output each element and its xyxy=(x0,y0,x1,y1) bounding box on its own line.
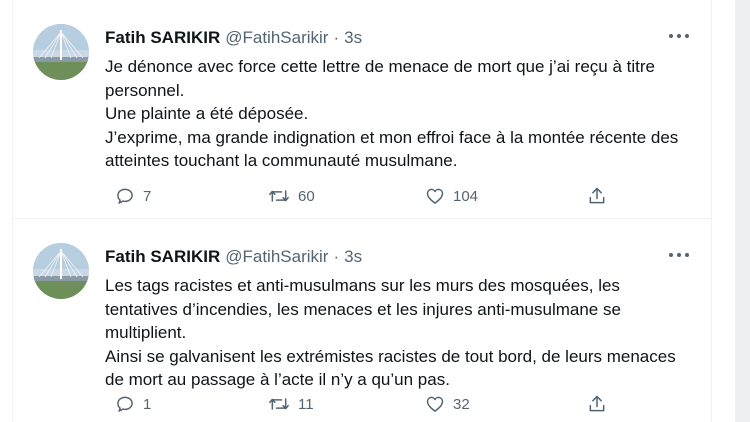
retweet-count: 60 xyxy=(298,187,315,205)
reply-count: 7 xyxy=(143,187,152,205)
tweet-text: Je dénonce avec force cette lettre de me… xyxy=(105,55,705,173)
avatar[interactable] xyxy=(33,24,89,80)
tweet-text-line: Les tags racistes et anti-musulmans sur … xyxy=(105,276,620,295)
timeline: Fatih SARIKIR @FatihSarikir · 3s Je déno… xyxy=(12,0,712,422)
tweet-text-line: J’exprime, ma grande indignation et mon … xyxy=(105,127,679,147)
tweet-text-line: tentatives d’incendies, les menaces et l… xyxy=(105,299,621,319)
more-icon[interactable] xyxy=(669,249,689,261)
tweet-text-line: personnel. xyxy=(105,80,185,100)
share-icon xyxy=(589,395,605,412)
like-button[interactable]: 104 xyxy=(425,184,478,208)
page-background-strip xyxy=(735,0,750,422)
author-handle[interactable]: @FatihSarikir xyxy=(225,28,328,48)
tweet-text-line: Ainsi se galvanisent les extrémistes rac… xyxy=(105,346,676,366)
tweet-text-line: atteintes touchant la communauté musulma… xyxy=(105,151,458,170)
reply-icon xyxy=(117,396,133,412)
share-button[interactable] xyxy=(587,392,607,416)
retweet-icon xyxy=(269,190,289,202)
tweet-text-line: Je dénonce avec force cette lettre de me… xyxy=(105,57,655,76)
timestamp[interactable]: 3s xyxy=(344,247,362,267)
tweet[interactable]: Fatih SARIKIR @FatihSarikir · 3s Les tag… xyxy=(13,219,711,422)
timestamp[interactable]: 3s xyxy=(344,28,362,48)
avatar[interactable] xyxy=(33,243,89,299)
tweet-text: Les tags racistes et anti-musulmans sur … xyxy=(105,274,705,392)
tweet-actions: 7 60 104 xyxy=(105,184,625,208)
reply-button[interactable]: 7 xyxy=(115,184,151,208)
separator: · xyxy=(333,28,340,47)
tweet[interactable]: Fatih SARIKIR @FatihSarikir · 3s Je déno… xyxy=(13,0,711,219)
like-button[interactable]: 32 xyxy=(425,392,470,416)
like-icon xyxy=(426,188,444,204)
tweet-actions: 1 11 32 xyxy=(105,392,625,416)
like-icon xyxy=(426,396,444,412)
author-handle[interactable]: @FatihSarikir xyxy=(225,247,328,267)
reply-icon xyxy=(117,188,133,204)
tweet-text-line: de mort au passage à l’acte il n’y a qu’… xyxy=(105,370,450,389)
author-name[interactable]: Fatih SARIKIR xyxy=(105,247,220,267)
share-button[interactable] xyxy=(587,184,607,208)
tweet-header: Fatih SARIKIR @FatihSarikir · 3s xyxy=(105,27,362,49)
tweet-text-line: Une plainte a été déposée. xyxy=(105,104,309,123)
author-name[interactable]: Fatih SARIKIR xyxy=(105,28,220,48)
retweet-button[interactable]: 60 xyxy=(268,184,315,208)
like-count: 32 xyxy=(453,395,470,413)
reply-count: 1 xyxy=(143,395,152,413)
share-icon xyxy=(589,187,605,204)
reply-button[interactable]: 1 xyxy=(115,392,151,416)
like-count: 104 xyxy=(453,187,479,205)
more-icon[interactable] xyxy=(669,30,689,42)
separator: · xyxy=(333,247,340,266)
retweet-icon xyxy=(269,398,289,410)
tweet-header: Fatih SARIKIR @FatihSarikir · 3s xyxy=(105,246,362,268)
retweet-button[interactable]: 11 xyxy=(268,392,314,416)
tweet-text-line: multiplient. xyxy=(105,323,187,342)
retweet-count: 11 xyxy=(298,395,314,413)
